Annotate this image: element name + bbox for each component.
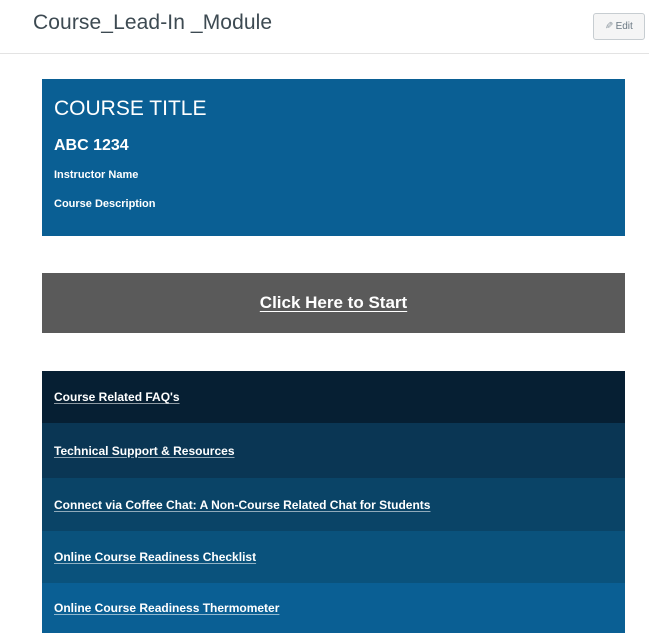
resource-link-tech-support[interactable]: Technical Support & Resources [54,444,235,458]
course-description: Course Description [54,198,156,210]
resource-item-tech-support[interactable]: Technical Support & Resources [42,423,625,478]
resource-link-readiness-thermometer[interactable]: Online Course Readiness Thermometer [54,601,279,615]
edit-button-label: Edit [615,21,633,32]
resource-list: Course Related FAQ's Technical Support &… [42,371,625,633]
resource-item-readiness-thermometer[interactable]: Online Course Readiness Thermometer [42,583,625,633]
resource-item-faq[interactable]: Course Related FAQ's [42,371,625,423]
edit-button[interactable]: ✎ Edit [593,13,645,40]
resource-item-coffee-chat[interactable]: Connect via Coffee Chat: A Non-Course Re… [42,478,625,531]
resource-link-readiness-checklist[interactable]: Online Course Readiness Checklist [54,550,256,564]
resource-item-readiness-checklist[interactable]: Online Course Readiness Checklist [42,531,625,583]
pencil-icon: ✎ [605,21,614,32]
resource-link-coffee-chat[interactable]: Connect via Coffee Chat: A Non-Course Re… [54,498,430,512]
page-title: Course_Lead-In _Module [33,11,273,34]
start-button[interactable]: Click Here to Start [42,273,625,333]
page-header: Course_Lead-In _Module ✎ Edit [0,0,649,54]
page: Course_Lead-In _Module ✎ Edit COURSE TIT… [0,0,649,633]
course-banner: COURSE TITLE ABC 1234 Instructor Name Co… [42,79,625,236]
course-title: COURSE TITLE [54,97,207,120]
instructor-name: Instructor Name [54,169,139,181]
course-code: ABC 1234 [54,137,129,154]
resource-link-faq[interactable]: Course Related FAQ's [54,390,180,404]
